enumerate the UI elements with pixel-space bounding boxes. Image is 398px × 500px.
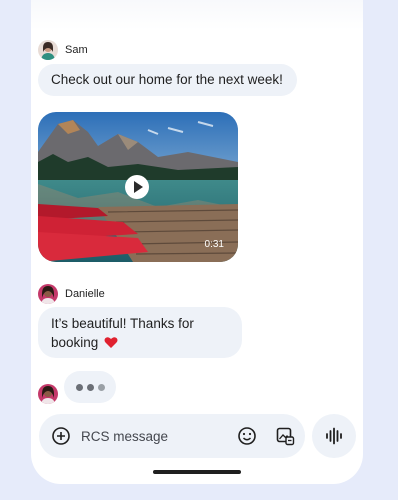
message-bubble[interactable]: It’s beautiful! Thanks for booking xyxy=(38,307,242,358)
message-bubble[interactable]: Check out our home for the next week! xyxy=(38,64,297,96)
typing-dot xyxy=(86,383,94,391)
message-text-line: It’s beautiful! Thanks for xyxy=(51,316,194,331)
play-button[interactable] xyxy=(125,175,149,199)
sender-row-sam: Sam xyxy=(38,40,88,60)
top-shade xyxy=(31,0,363,30)
gallery-icon xyxy=(276,427,295,446)
emoji-icon xyxy=(238,427,256,445)
message-composer xyxy=(39,414,305,458)
avatar-danielle-typing xyxy=(38,384,58,404)
home-indicator[interactable] xyxy=(153,470,241,474)
voice-message-button[interactable] xyxy=(312,414,356,458)
messages-screen: Sam Check out our home for the next week… xyxy=(31,0,363,484)
message-input[interactable] xyxy=(81,425,231,447)
add-icon xyxy=(52,427,70,445)
avatar-sam[interactable] xyxy=(38,40,58,60)
typing-dot xyxy=(75,383,83,391)
typing-indicator xyxy=(64,371,116,403)
sender-name: Danielle xyxy=(65,288,105,300)
add-button[interactable] xyxy=(49,424,73,448)
message-text: Check out our home for the next week! xyxy=(51,72,283,87)
sender-name: Sam xyxy=(65,44,88,56)
video-duration: 0:31 xyxy=(204,239,224,250)
emoji-button[interactable] xyxy=(235,424,259,448)
play-icon xyxy=(133,181,143,193)
sender-row-danielle: Danielle xyxy=(38,284,105,304)
gallery-button[interactable] xyxy=(273,424,297,448)
video-attachment[interactable]: 0:31 xyxy=(38,112,238,262)
message-text: booking xyxy=(51,335,99,350)
message-text-line-2: booking xyxy=(51,333,229,354)
avatar-danielle[interactable] xyxy=(38,284,58,304)
heart-icon xyxy=(104,335,118,354)
voice-waveform-icon xyxy=(326,427,342,445)
typing-dot xyxy=(97,383,105,391)
